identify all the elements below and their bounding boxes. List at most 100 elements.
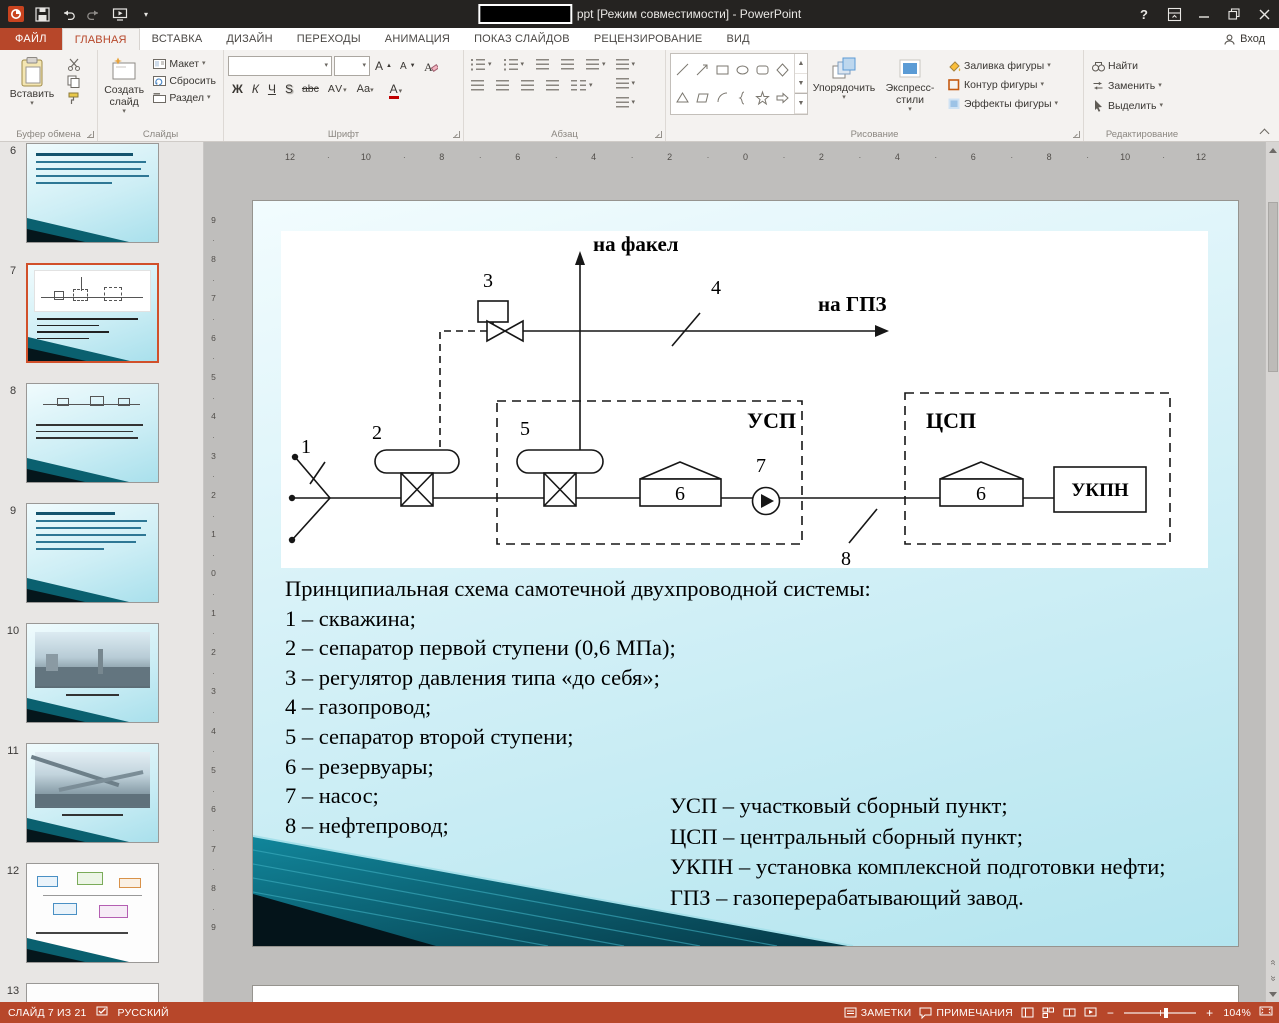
- arrange-button[interactable]: Упорядочить ▾: [812, 53, 876, 126]
- underline-button[interactable]: Ч: [264, 81, 280, 98]
- scrollbar-thumb[interactable]: [1267, 202, 1278, 372]
- section-button[interactable]: Раздел ▾: [150, 90, 219, 105]
- replace-button[interactable]: Заменить ▾: [1088, 78, 1166, 93]
- slide-thumbnail-12[interactable]: [26, 863, 159, 963]
- shapes-more-button[interactable]: ▼: [795, 93, 807, 115]
- zoom-level[interactable]: 104%: [1223, 1007, 1251, 1019]
- shape-fill-button[interactable]: Заливка фигуры ▾: [944, 58, 1061, 73]
- redo-button[interactable]: [84, 4, 104, 24]
- slide-canvas[interactable]: на факел на ГПЗ УСП ЦСП УКПН 1 2 3 4 5 6…: [252, 200, 1239, 947]
- diagram-frame[interactable]: на факел на ГПЗ УСП ЦСП УКПН 1 2 3 4 5 6…: [281, 231, 1208, 568]
- numbering-button[interactable]: ▾: [501, 57, 528, 72]
- shape-outline-button[interactable]: Контур фигуры ▾: [944, 77, 1061, 92]
- slide-thumbnail-7-selected[interactable]: [26, 263, 159, 363]
- italic-button[interactable]: К: [248, 81, 263, 98]
- normal-view-button[interactable]: [1021, 1007, 1034, 1018]
- bold-button[interactable]: Ж: [228, 81, 247, 98]
- close-button[interactable]: [1249, 0, 1279, 28]
- clear-formatting-button[interactable]: A: [421, 59, 441, 74]
- character-spacing-button[interactable]: AV▾: [324, 81, 352, 98]
- new-slide-button[interactable]: Создать слайд ▾: [102, 53, 146, 126]
- zoom-in-button[interactable]: +: [1204, 1007, 1215, 1019]
- justify-button[interactable]: [543, 78, 562, 93]
- vertical-ruler[interactable]: 987 654 321 012 345 678 9: [206, 200, 221, 947]
- save-button[interactable]: [32, 4, 52, 24]
- bullets-button[interactable]: ▾: [468, 57, 495, 72]
- undo-button[interactable]: [58, 4, 78, 24]
- restore-button[interactable]: [1219, 0, 1249, 28]
- align-center-button[interactable]: [493, 78, 512, 93]
- align-right-button[interactable]: [518, 78, 537, 93]
- tab-file[interactable]: ФАЙЛ: [0, 28, 62, 50]
- collapse-ribbon-button[interactable]: [1260, 127, 1269, 136]
- zoom-slider-thumb[interactable]: [1164, 1007, 1169, 1018]
- increase-indent-button[interactable]: [558, 57, 577, 72]
- copy-button[interactable]: [64, 74, 84, 89]
- language-button[interactable]: РУССКИЙ: [118, 1007, 169, 1019]
- layout-button[interactable]: Макет ▾: [150, 56, 219, 71]
- tab-insert[interactable]: ВСТАВКА: [140, 28, 215, 50]
- reset-button[interactable]: Сбросить: [150, 73, 219, 88]
- customize-quick-access-caret[interactable]: ▾: [136, 4, 156, 24]
- notes-toggle-button[interactable]: ЗАМЕТКИ: [844, 1007, 912, 1019]
- cut-button[interactable]: [64, 57, 84, 72]
- shapes-scroll-down[interactable]: ▼: [795, 74, 807, 94]
- align-left-button[interactable]: [468, 78, 487, 93]
- help-button[interactable]: ?: [1129, 0, 1159, 28]
- strikethrough-button[interactable]: abc: [298, 81, 323, 98]
- slide-thumbnail-9[interactable]: [26, 503, 159, 603]
- sign-in-link[interactable]: Вход: [1224, 28, 1279, 50]
- fit-slide-button[interactable]: [1259, 1005, 1273, 1020]
- dialog-launcher-paragraph[interactable]: [655, 131, 662, 138]
- slideshow-view-button[interactable]: [1084, 1007, 1097, 1018]
- tab-review[interactable]: РЕЦЕНЗИРОВАНИЕ: [582, 28, 715, 50]
- quick-styles-button[interactable]: Экспресс- стили ▾: [880, 53, 940, 126]
- scroll-down-button[interactable]: [1266, 986, 1279, 1002]
- find-button[interactable]: Найти: [1088, 58, 1166, 73]
- change-case-button[interactable]: Aa▾: [353, 81, 378, 98]
- slide-thumbnail-11[interactable]: [26, 743, 159, 843]
- slide-thumbnail-8[interactable]: [26, 383, 159, 483]
- next-slide-button[interactable]: «: [1266, 970, 1279, 986]
- slide-thumbnail-13[interactable]: [26, 983, 159, 1002]
- scroll-up-button[interactable]: [1266, 142, 1279, 158]
- format-painter-button[interactable]: [64, 91, 84, 106]
- align-text-button[interactable]: ▾: [613, 76, 639, 91]
- start-slideshow-button[interactable]: [110, 4, 130, 24]
- text-shadow-button[interactable]: S: [281, 81, 297, 98]
- slide-sorter-view-button[interactable]: [1042, 1007, 1055, 1018]
- minimize-button[interactable]: [1189, 0, 1219, 28]
- font-name-select[interactable]: ▾: [228, 56, 332, 76]
- convert-to-smartart-button[interactable]: ▾: [613, 95, 639, 110]
- font-size-select[interactable]: ▾: [334, 56, 370, 76]
- text-direction-button[interactable]: ▾: [613, 57, 639, 72]
- decrease-indent-button[interactable]: [533, 57, 552, 72]
- tab-slideshow[interactable]: ПОКАЗ СЛАЙДОВ: [462, 28, 582, 50]
- paste-button[interactable]: Вставить ▾: [4, 53, 60, 126]
- zoom-slider[interactable]: [1124, 1007, 1197, 1018]
- previous-slide-button[interactable]: «: [1266, 954, 1279, 970]
- dialog-launcher-font[interactable]: [453, 131, 460, 138]
- columns-button[interactable]: ▾: [568, 78, 596, 93]
- shapes-scroll-up[interactable]: ▲: [795, 54, 807, 74]
- font-color-button[interactable]: А▾: [385, 81, 407, 99]
- slide-thumbnail-10[interactable]: [26, 623, 159, 723]
- line-spacing-button[interactable]: ▾: [583, 57, 609, 72]
- shapes-gallery[interactable]: ▲ ▼ ▼: [670, 53, 808, 115]
- abbreviations-text-block[interactable]: УСП – участковый сборный пункт; ЦСП – це…: [670, 791, 1230, 913]
- shape-effects-button[interactable]: Эффекты фигуры ▾: [944, 96, 1061, 111]
- tab-design[interactable]: ДИЗАЙН: [214, 28, 284, 50]
- next-slide-edge[interactable]: [252, 985, 1239, 1002]
- dialog-launcher-clipboard[interactable]: [87, 131, 94, 138]
- dialog-launcher-drawing[interactable]: [1073, 131, 1080, 138]
- ribbon-display-options-button[interactable]: [1159, 0, 1189, 28]
- tab-transitions[interactable]: ПЕРЕХОДЫ: [285, 28, 373, 50]
- select-button[interactable]: Выделить ▾: [1088, 98, 1166, 113]
- zoom-out-button[interactable]: −: [1105, 1007, 1116, 1019]
- tab-view[interactable]: ВИД: [714, 28, 761, 50]
- grow-font-button[interactable]: А ▲: [372, 58, 395, 74]
- tab-animations[interactable]: АНИМАЦИЯ: [373, 28, 462, 50]
- vertical-scrollbar[interactable]: « «: [1265, 142, 1279, 1002]
- comments-toggle-button[interactable]: ПРИМЕЧАНИЯ: [919, 1007, 1013, 1019]
- shrink-font-button[interactable]: А ▼: [397, 59, 419, 74]
